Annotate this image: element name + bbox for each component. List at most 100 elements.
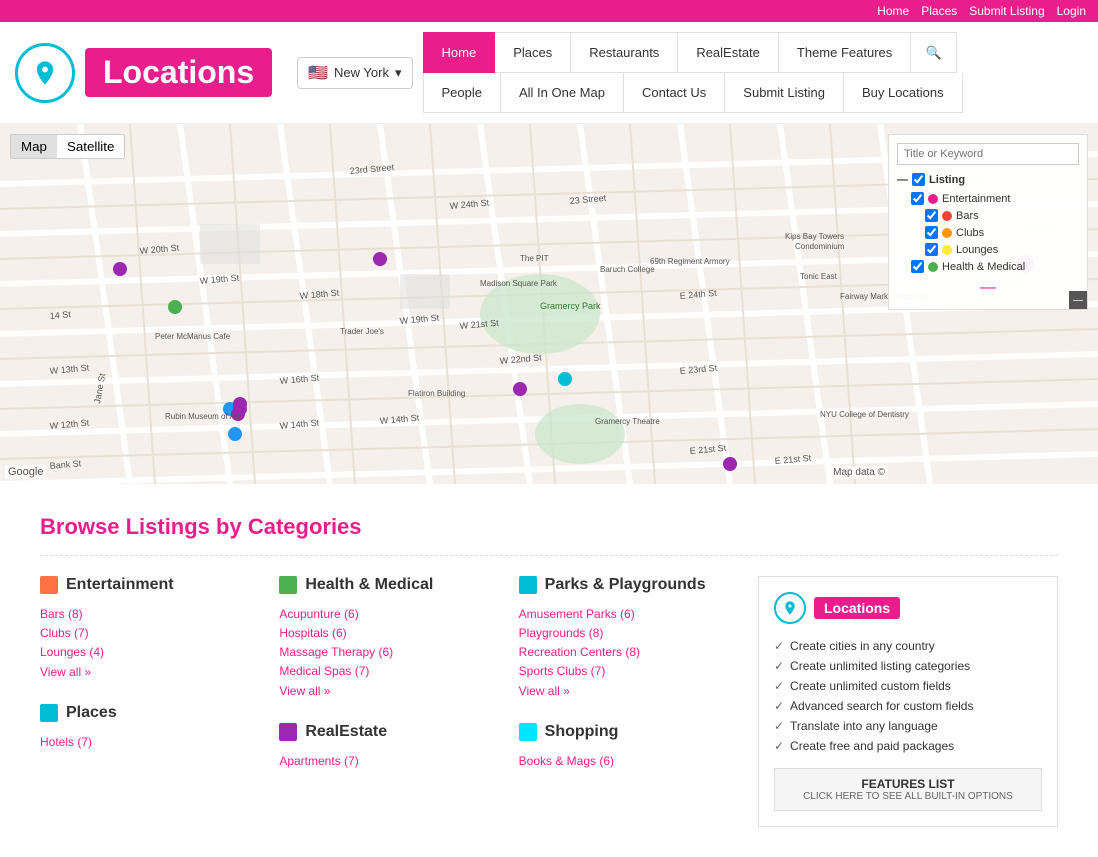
realestate-cat-title: RealEstate — [305, 723, 387, 741]
nav-restaurants[interactable]: Restaurants — [571, 32, 678, 73]
nav-buy-locations[interactable]: Buy Locations — [844, 73, 963, 113]
nav-places[interactable]: Places — [495, 32, 571, 73]
entertainment-list: Bars (8) Clubs (7) Lounges (4) — [40, 604, 259, 661]
massage-link[interactable]: Massage Therapy (6) — [279, 645, 393, 659]
realestate-header: RealEstate — [279, 723, 498, 741]
logo-area: Locations 🇺🇸 New York ▾ — [15, 43, 413, 103]
clubs-link[interactable]: Clubs (7) — [40, 626, 89, 640]
health-checkbox[interactable] — [911, 260, 924, 273]
list-item: Medical Spas (7) — [279, 661, 498, 680]
hospitals-link[interactable]: Hospitals (6) — [279, 626, 346, 640]
list-item: Sports Clubs (7) — [519, 661, 738, 680]
nav-submit-listing[interactable]: Submit Listing — [725, 73, 844, 113]
flag-icon: 🇺🇸 — [308, 63, 328, 83]
map-view-button[interactable]: Map — [11, 135, 57, 158]
listing-checkbox[interactable] — [912, 173, 925, 186]
sidebar-collapse-button[interactable]: — — [1069, 291, 1087, 309]
satellite-view-button[interactable]: Satellite — [57, 135, 124, 158]
list-item: Playgrounds (8) — [519, 623, 738, 642]
topbar-submit-link[interactable]: Submit Listing — [969, 4, 1044, 18]
feature-text-2: Create unlimited listing categories — [790, 659, 970, 673]
location-label: New York — [334, 65, 389, 80]
lounges-checkbox[interactable] — [925, 243, 938, 256]
svg-text:Gramercy Theatre: Gramercy Theatre — [595, 417, 660, 426]
svg-text:14 St: 14 St — [49, 309, 71, 321]
filter-section-listing: — Listing Entertainment Bars — [897, 173, 1079, 297]
parks-view-all[interactable]: View all » — [519, 684, 570, 698]
realestate-icon — [279, 723, 297, 741]
filter-entertainment: Entertainment — [897, 190, 1079, 207]
list-item: Lounges (4) — [40, 642, 259, 661]
feature-text-5: Translate into any language — [790, 719, 938, 733]
search-button[interactable]: 🔍 — [911, 32, 957, 73]
svg-text:Gramercy Park: Gramercy Park — [540, 301, 601, 311]
health-color — [928, 262, 938, 272]
list-item: Apartments (7) — [279, 751, 498, 770]
acupunture-link[interactable]: Acupunture (6) — [279, 607, 358, 621]
logo-text: Locations — [85, 48, 272, 97]
svg-text:Flatiron Building: Flatiron Building — [408, 389, 465, 398]
filter-health-medical: Health & Medical — [897, 258, 1079, 275]
entertainment-label: Entertainment — [942, 193, 1010, 205]
bars-link[interactable]: Bars (8) — [40, 607, 83, 621]
categories-grid: Entertainment Bars (8) Clubs (7) Lounges… — [40, 576, 1058, 827]
entertainment-view-all[interactable]: View all » — [40, 665, 91, 679]
lounges-link[interactable]: Lounges (4) — [40, 645, 104, 659]
realestate-list: Apartments (7) — [279, 751, 498, 770]
map-section: W 20th St W 19th St W 18th St W 19th St … — [0, 124, 1098, 484]
check-icon-1: ✓ — [774, 639, 784, 653]
features-list-button[interactable]: FEATURES LIST click here to see all buil… — [774, 768, 1042, 811]
filter-clubs: Clubs — [897, 224, 1079, 241]
list-item: Bars (8) — [40, 604, 259, 623]
nav-container: Home Places Restaurants RealEstate Theme… — [423, 32, 1084, 113]
nav-realestate[interactable]: RealEstate — [678, 32, 779, 73]
feature-item: ✓ Create unlimited custom fields — [774, 676, 1042, 696]
location-dropdown[interactable]: 🇺🇸 New York ▾ — [297, 57, 412, 89]
check-icon-6: ✓ — [774, 739, 784, 753]
list-item: Books & Mags (6) — [519, 751, 738, 770]
playgrounds-link[interactable]: Playgrounds (8) — [519, 626, 604, 640]
sports-clubs-link[interactable]: Sports Clubs (7) — [519, 664, 606, 678]
amusement-parks-link[interactable]: Amusement Parks (6) — [519, 607, 635, 621]
nav-contact-us[interactable]: Contact Us — [624, 73, 725, 113]
medical-spas-link[interactable]: Medical Spas (7) — [279, 664, 369, 678]
feature-logo-text: Locations — [814, 597, 900, 619]
topbar-places-link[interactable]: Places — [921, 4, 957, 18]
map-type-control: Map Satellite — [10, 134, 125, 159]
entertainment-color — [928, 194, 938, 204]
check-icon-5: ✓ — [774, 719, 784, 733]
parks-list: Amusement Parks (6) Playgrounds (8) Recr… — [519, 604, 738, 680]
nav-row-1: Home Places Restaurants RealEstate Theme… — [423, 32, 1084, 73]
topbar-home-link[interactable]: Home — [877, 4, 909, 18]
bars-checkbox[interactable] — [925, 209, 938, 222]
map-search-input[interactable] — [897, 143, 1079, 165]
nav-all-in-one-map[interactable]: All In One Map — [501, 73, 624, 113]
list-item: Acupunture (6) — [279, 604, 498, 623]
entertainment-checkbox[interactable] — [911, 192, 924, 205]
health-column: Health & Medical Acupunture (6) Hospital… — [279, 576, 498, 827]
search-icon: 🔍 — [926, 45, 942, 61]
svg-text:Trader Joe's: Trader Joe's — [340, 327, 384, 336]
map-background[interactable]: W 20th St W 19th St W 18th St W 19th St … — [0, 124, 1098, 484]
topbar-login-link[interactable]: Login — [1057, 4, 1086, 18]
topbar: Home Places Submit Listing Login — [0, 0, 1098, 22]
recreation-link[interactable]: Recreation Centers (8) — [519, 645, 640, 659]
clubs-checkbox[interactable] — [925, 226, 938, 239]
hotels-link[interactable]: Hotels (7) — [40, 735, 92, 749]
check-icon-3: ✓ — [774, 679, 784, 693]
feature-item: ✓ Translate into any language — [774, 716, 1042, 736]
feature-text-1: Create cities in any country — [790, 639, 935, 653]
shopping-list: Books & Mags (6) — [519, 751, 738, 770]
check-icon-2: ✓ — [774, 659, 784, 673]
filter-minus-icon[interactable]: — — [980, 279, 996, 296]
collapse-listing-icon[interactable]: — — [897, 174, 908, 186]
health-view-all[interactable]: View all » — [279, 684, 330, 698]
feature-text-4: Advanced search for custom fields — [790, 699, 973, 713]
feature-item: ✓ Create free and paid packages — [774, 736, 1042, 756]
nav-theme-features[interactable]: Theme Features — [779, 32, 911, 73]
feature-box: Locations ✓ Create cities in any country… — [758, 576, 1058, 827]
places-header: Places — [40, 704, 259, 722]
nav-home[interactable]: Home — [423, 32, 496, 73]
nav-people[interactable]: People — [423, 73, 501, 113]
feature-list: ✓ Create cities in any country ✓ Create … — [774, 636, 1042, 756]
